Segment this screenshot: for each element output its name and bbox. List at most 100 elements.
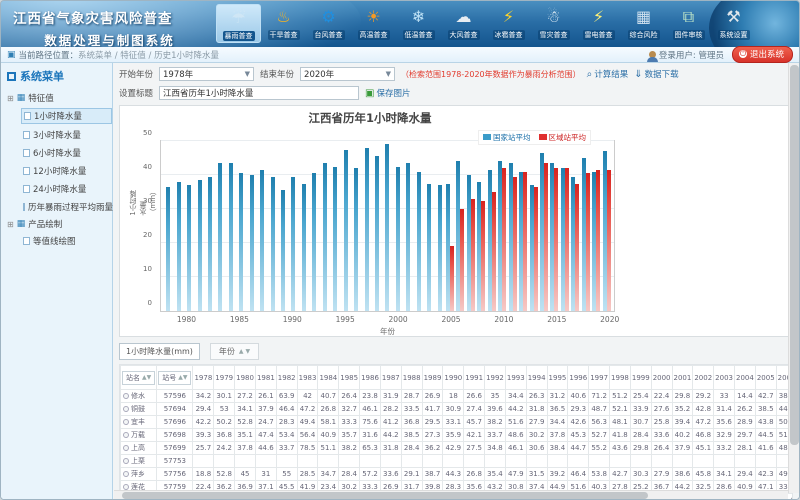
radio-icon[interactable] <box>123 419 129 425</box>
sidebar-item-1小时降水量[interactable]: 1小时降水量 <box>21 108 112 124</box>
end-year-select[interactable]: 2020年 ▼ <box>300 67 395 81</box>
toolbar-item-台风普查[interactable]: ⚙台风普查 <box>306 4 351 41</box>
sidebar-item-3小时降水量[interactable]: 3小时降水量 <box>21 128 112 142</box>
horizontal-scrollbar-thumb[interactable] <box>122 492 648 499</box>
year-header-1996[interactable]: 1996 <box>568 366 589 390</box>
name-sort-button[interactable]: 站名▲▼ <box>122 371 155 385</box>
sidebar-item-历年暴雨过程平均雨量[interactable]: 历年暴雨过程平均雨量 <box>21 200 112 214</box>
toolbar-item-雷电普查[interactable]: ⚡雷电普查 <box>576 4 621 41</box>
toolbar-item-干旱普查[interactable]: ♨干旱普查 <box>261 4 306 41</box>
year-header-1994[interactable]: 1994 <box>526 366 547 390</box>
expander-icon[interactable]: ⊞ <box>7 94 14 103</box>
sidebar-item-24小时降水量[interactable]: 24小时降水量 <box>21 182 112 196</box>
toolbar-item-冰雹普查[interactable]: ⚡冰雹普查 <box>486 4 531 41</box>
value-cell <box>318 455 339 468</box>
value-cell: 41.2 <box>380 416 401 429</box>
radio-icon[interactable] <box>123 432 129 438</box>
value-cell <box>422 455 443 468</box>
sidebar-item-6小时降水量[interactable]: 6小时降水量 <box>21 146 112 160</box>
year-header-1979[interactable]: 1979 <box>214 366 235 390</box>
year-header-2005[interactable]: 2005 <box>755 366 776 390</box>
year-header-1980[interactable]: 1980 <box>235 366 256 390</box>
bar-group-2000 <box>393 141 403 311</box>
station-name-cell[interactable]: 宜丰 <box>121 416 157 429</box>
typhoon-survey-icon: ⚙ <box>314 5 344 29</box>
start-year-select[interactable]: 1978年 ▼ <box>159 67 254 81</box>
value-cell: 47.9 <box>505 468 526 481</box>
station-name-cell[interactable]: 萍乡 <box>121 468 157 481</box>
x-tick-label: 2010 <box>494 315 513 324</box>
year-header-2002[interactable]: 2002 <box>693 366 714 390</box>
snow-survey-icon: ☃ <box>539 5 569 29</box>
year-header-1992[interactable]: 1992 <box>485 366 506 390</box>
year-header-2000[interactable]: 2000 <box>651 366 672 390</box>
page-icon <box>23 237 30 245</box>
toolbar-item-低温普查[interactable]: ❄低温普查 <box>396 4 441 41</box>
value-cell: 25.4 <box>630 390 651 403</box>
x-axis-label: 年份 <box>160 326 615 337</box>
year-header-2004[interactable]: 2004 <box>735 366 756 390</box>
year-header-1995[interactable]: 1995 <box>547 366 568 390</box>
year-header-1993[interactable]: 1993 <box>505 366 526 390</box>
bar-group-1981 <box>194 141 204 311</box>
year-header-1997[interactable]: 1997 <box>589 366 610 390</box>
tree-group-特征值[interactable]: ⊞▦特征值 <box>7 92 112 104</box>
radio-icon[interactable] <box>123 393 129 399</box>
calculate-button[interactable]: ⌕ 计算结果 <box>587 68 629 80</box>
radio-icon[interactable] <box>123 471 129 477</box>
radio-icon[interactable] <box>123 406 129 412</box>
year-header-1986[interactable]: 1986 <box>360 366 381 390</box>
tree-group-产品绘制[interactable]: ⊞▦产品绘制 <box>7 218 112 230</box>
year-header-1982[interactable]: 1982 <box>276 366 297 390</box>
value-cell: 38.7 <box>422 468 443 481</box>
value-cell: 52.1 <box>610 403 631 416</box>
year-header-2001[interactable]: 2001 <box>672 366 693 390</box>
year-header-1999[interactable]: 1999 <box>630 366 651 390</box>
year-header-1987[interactable]: 1987 <box>380 366 401 390</box>
station-name-cell[interactable]: 上高 <box>121 442 157 455</box>
value-cell: 18 <box>443 390 464 403</box>
toolbar-item-暴雨普查[interactable]: ☔暴雨普查 <box>216 4 261 43</box>
radio-icon[interactable] <box>123 458 129 464</box>
value-cell: 47.2 <box>693 416 714 429</box>
year-header-1981[interactable]: 1981 <box>255 366 276 390</box>
save-image-button[interactable]: ▣ 保存图片 <box>365 87 410 99</box>
y-tick-label: 30 <box>143 197 152 205</box>
toolbar-item-大风普查[interactable]: ☁大风普查 <box>441 4 486 41</box>
year-header-1988[interactable]: 1988 <box>401 366 422 390</box>
toolbar-item-雪灾普查[interactable]: ☃雪灾普查 <box>531 4 576 41</box>
year-header-1990[interactable]: 1990 <box>443 366 464 390</box>
id-sort-button[interactable]: 站号▲▼ <box>158 371 191 385</box>
toolbar-item-综合风险[interactable]: ▦综合风险 <box>621 4 666 41</box>
year-header-1984[interactable]: 1984 <box>318 366 339 390</box>
sidebar-item-等值线绘图[interactable]: 等值线绘图 <box>21 234 112 248</box>
toolbar-item-系统设置[interactable]: ⚒系统设置 <box>711 4 756 41</box>
year-header-1989[interactable]: 1989 <box>422 366 443 390</box>
station-name-cell[interactable]: 上栗 <box>121 455 157 468</box>
chart-title-input[interactable] <box>159 86 359 100</box>
year-header-1983[interactable]: 1983 <box>297 366 318 390</box>
toolbar-item-图件审核[interactable]: ⧉图件审核 <box>666 4 711 41</box>
horizontal-scrollbar[interactable] <box>114 490 788 499</box>
sidebar-item-12小时降水量[interactable]: 12小时降水量 <box>21 164 112 178</box>
logout-button[interactable]: ⏻ 退出系统 <box>732 46 793 63</box>
station-name-cell[interactable]: 铜鼓 <box>121 403 157 416</box>
year-header-1978[interactable]: 1978 <box>193 366 214 390</box>
station-name-cell[interactable]: 修水 <box>121 390 157 403</box>
value-cell: 33.7 <box>485 429 506 442</box>
vertical-scrollbar[interactable] <box>788 63 799 493</box>
year-header-1985[interactable]: 1985 <box>339 366 360 390</box>
vertical-scrollbar-thumb[interactable] <box>790 65 799 445</box>
year-header-2003[interactable]: 2003 <box>714 366 735 390</box>
station-name-cell[interactable]: 万载 <box>121 429 157 442</box>
year-header-1991[interactable]: 1991 <box>464 366 485 390</box>
expander-icon[interactable]: ⊞ <box>7 220 14 229</box>
year-sort-control[interactable]: 年份 ▲ ▼ <box>210 343 259 360</box>
radio-icon[interactable] <box>123 445 129 451</box>
value-cell <box>755 455 776 468</box>
value-cell: 26.8 <box>464 468 485 481</box>
toolbar-item-高温普查[interactable]: ☀高温普查 <box>351 4 396 41</box>
bar-national-1997 <box>365 148 369 311</box>
download-button[interactable]: ⇓ 数据下载 <box>634 68 678 80</box>
year-header-1998[interactable]: 1998 <box>610 366 631 390</box>
